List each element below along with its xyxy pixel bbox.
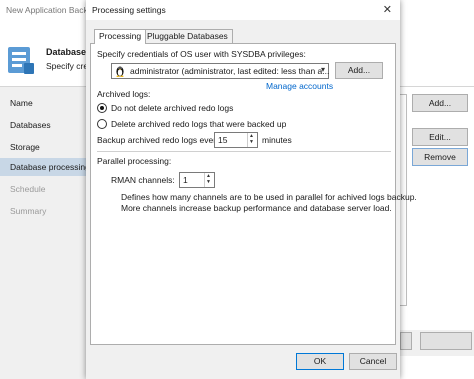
nav-item-storage[interactable]: Storage — [10, 142, 40, 152]
close-icon[interactable]: ✕ — [383, 3, 392, 16]
backup-interval-unit: minutes — [262, 135, 292, 145]
backup-interval-value: 15 — [218, 135, 228, 145]
stepper-arrows[interactable]: ▲ ▼ — [247, 133, 257, 147]
database-backup-icon — [8, 47, 34, 74]
wizard-nav: Name Databases Storage Database processi… — [0, 87, 92, 379]
rman-channels-stepper[interactable]: 1 ▲ ▼ — [179, 172, 215, 188]
stepper-arrows[interactable]: ▲ ▼ — [204, 173, 214, 187]
linux-penguin-icon — [116, 66, 124, 77]
rman-channels-value: 1 — [183, 175, 188, 185]
nav-item-summary: Summary — [10, 206, 47, 216]
nav-item-name[interactable]: Name — [10, 98, 33, 108]
radio-delete-backed-up[interactable] — [97, 119, 107, 129]
radio-do-not-delete-label[interactable]: Do not delete archived redo logs — [111, 103, 233, 113]
dialog-titlebar: Processing settings ✕ — [86, 0, 400, 20]
add-credentials-button[interactable]: Add... — [335, 62, 383, 79]
processing-tab-page: Specify credentials of OS user with SYSD… — [90, 43, 417, 345]
nav-item-database-processing[interactable]: Database processing — [0, 158, 92, 176]
nav-item-schedule: Schedule — [10, 184, 46, 194]
remove-database-button[interactable]: Remove — [412, 148, 468, 166]
parallel-processing-label: Parallel processing: — [97, 156, 172, 166]
manage-accounts-link[interactable]: Manage accounts — [266, 81, 333, 91]
backup-interval-stepper[interactable]: 15 ▲ ▼ — [214, 132, 258, 148]
chevron-down-icon[interactable]: ▾ — [321, 65, 325, 74]
edit-database-button[interactable]: Edit... — [412, 128, 468, 146]
archived-logs-label: Archived logs: — [97, 89, 151, 99]
processing-settings-dialog: Processing settings ✕ Processing Pluggab… — [86, 0, 417, 379]
rman-description-line1: Defines how many channels are to be used… — [121, 192, 417, 202]
rman-description-line2: More channels increase backup performanc… — [121, 203, 392, 213]
wizard-next-button-partial[interactable] — [400, 332, 412, 350]
wizard-title: New Application Backup — [6, 5, 98, 15]
radio-do-not-delete[interactable] — [97, 103, 107, 113]
wizard-footer — [398, 330, 474, 356]
rman-channels-label: RMAN channels: — [111, 175, 175, 185]
radio-delete-backed-up-label[interactable]: Delete archived redo logs that were back… — [111, 119, 286, 129]
nav-item-label: Database processing — [10, 162, 90, 172]
chevron-down-icon[interactable]: ▼ — [206, 180, 211, 185]
nav-item-databases[interactable]: Databases — [10, 120, 51, 130]
dialog-title: Processing settings — [92, 5, 166, 15]
credentials-value: administrator (administrator, last edite… — [130, 66, 330, 76]
chevron-down-icon[interactable]: ▼ — [249, 140, 254, 145]
section-divider — [97, 151, 391, 152]
tab-processing[interactable]: Processing — [94, 29, 147, 44]
backup-interval-label: Backup archived redo logs every: — [97, 135, 223, 145]
wizard-cancel-button-partial[interactable] — [420, 332, 472, 350]
ok-button[interactable]: OK — [296, 353, 344, 370]
credentials-label: Specify credentials of OS user with SYSD… — [97, 49, 306, 59]
add-database-button[interactable]: Add... — [412, 94, 468, 112]
cancel-button[interactable]: Cancel — [349, 353, 397, 370]
credentials-dropdown[interactable]: administrator (administrator, last edite… — [111, 63, 329, 79]
tab-pluggable-databases[interactable]: Pluggable Databases — [142, 29, 233, 43]
